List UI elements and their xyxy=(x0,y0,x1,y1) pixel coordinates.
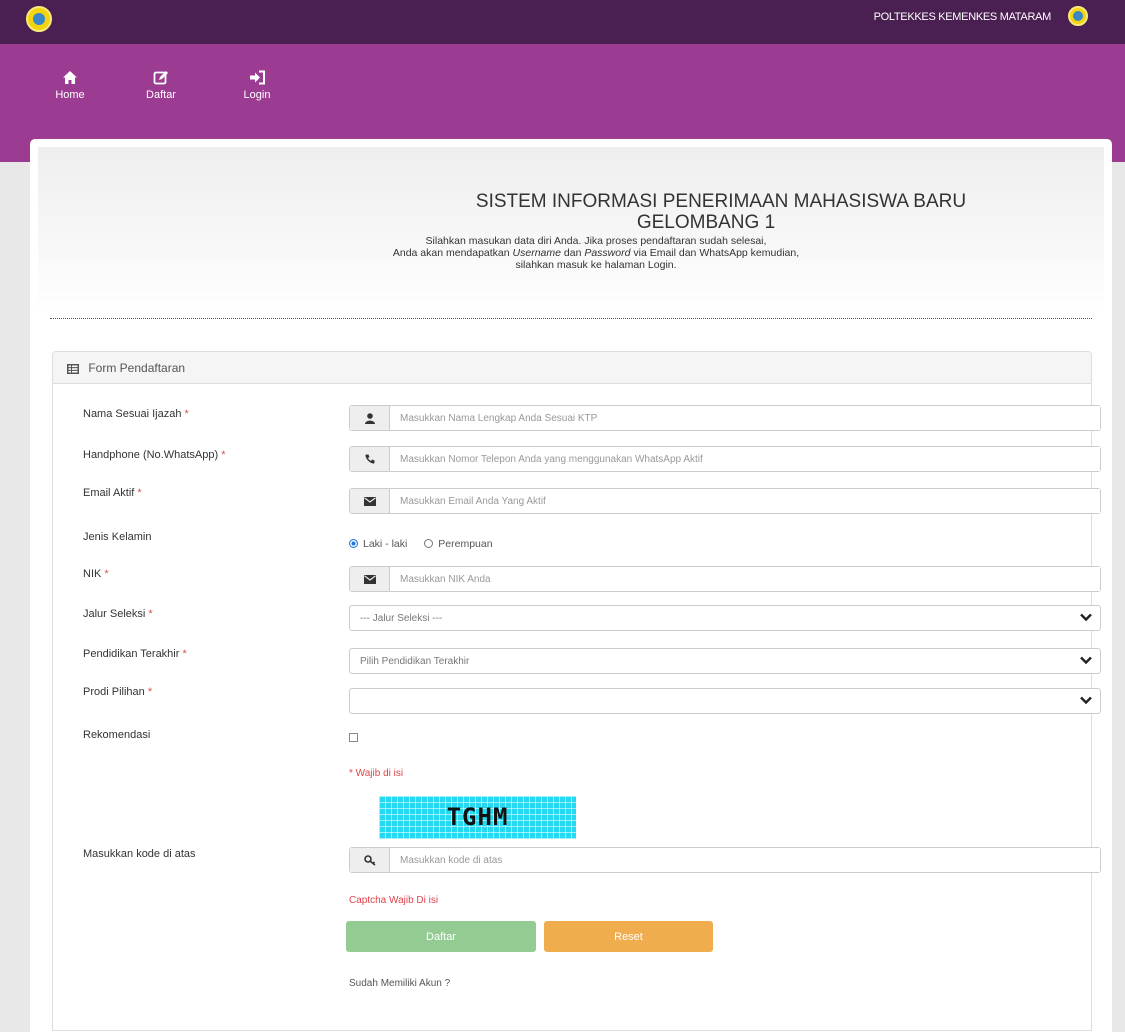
captcha-image: TGHM xyxy=(379,796,576,839)
hp-label-text: Handphone (No.WhatsApp) xyxy=(83,449,219,461)
nama-label: Nama Sesuai Ijazah * xyxy=(83,408,189,420)
nama-addon xyxy=(350,406,390,430)
email-label-text: Email Aktif xyxy=(83,487,135,499)
page-title-line1: SISTEM INFORMASI PENERIMAAN MAHASISWA BA… xyxy=(475,191,967,212)
nav-login-label: Login xyxy=(243,89,271,101)
intro-line2-post: via Email dan WhatsApp kemudian, xyxy=(630,247,800,259)
gender-radio-group: Laki - laki Perempuan xyxy=(349,538,493,550)
intro-username: Username xyxy=(512,247,561,259)
chevron-down-icon xyxy=(1080,696,1092,705)
required-mark: * xyxy=(104,568,109,580)
hp-input-group xyxy=(349,446,1101,472)
gender-label: Jenis Kelamin xyxy=(83,531,152,543)
pendidikan-select[interactable]: Pilih Pendidikan Terakhir xyxy=(349,648,1101,674)
daftar-button[interactable]: Daftar xyxy=(346,921,536,952)
nav-daftar-label: Daftar xyxy=(146,89,176,101)
list-icon xyxy=(67,364,79,374)
intro-text: Silahkan masukan data diri Anda. Jika pr… xyxy=(38,235,1104,271)
rekomendasi-checkbox[interactable] xyxy=(349,733,358,742)
required-mark: * xyxy=(147,686,153,698)
envelope-icon xyxy=(363,496,376,506)
prodi-label-text: Prodi Pilihan xyxy=(83,686,145,698)
jalur-select[interactable]: --- Jalur Seleksi --- xyxy=(349,605,1101,631)
prodi-label: Prodi Pilihan * xyxy=(83,686,152,698)
form-panel-title: Form Pendaftaran xyxy=(88,361,186,375)
nav-login[interactable]: Login xyxy=(227,70,287,101)
radio-laki[interactable] xyxy=(349,539,358,548)
required-note: * Wajib di isi xyxy=(349,768,404,779)
prodi-select[interactable] xyxy=(349,688,1101,714)
kode-addon xyxy=(350,848,390,872)
rekomendasi-label: Rekomendasi xyxy=(83,729,151,741)
intro-line2-pre: Anda akan mendapatkan xyxy=(392,247,513,259)
nav-home-label: Home xyxy=(55,89,85,101)
kode-input[interactable] xyxy=(390,848,1100,872)
sign-in-icon xyxy=(249,70,265,85)
kode-input-group xyxy=(349,847,1101,873)
institution-name: POLTEKKES KEMENKES MATARAM xyxy=(873,11,1052,23)
jalur-select-value: --- Jalur Seleksi --- xyxy=(360,613,443,624)
reset-button[interactable]: Reset xyxy=(544,921,713,952)
required-mark: * xyxy=(182,648,187,660)
chevron-down-icon xyxy=(1080,613,1092,622)
nama-input-group xyxy=(349,405,1101,431)
phone-icon xyxy=(364,454,374,464)
home-icon xyxy=(63,71,77,84)
intro-line2-mid: dan xyxy=(560,247,585,259)
edit-icon xyxy=(153,71,168,85)
pendidikan-select-value: Pilih Pendidikan Terakhir xyxy=(360,656,470,667)
nik-input-group xyxy=(349,566,1101,592)
jalur-label-text: Jalur Seleksi xyxy=(83,608,146,620)
poltekkes-logo-small xyxy=(1068,6,1088,26)
envelope-icon xyxy=(363,574,376,584)
nav-home[interactable]: Home xyxy=(40,70,100,101)
page-title-line2: GELOMBANG 1 xyxy=(636,212,776,233)
page-title: SISTEM INFORMASI PENERIMAAN MAHASISWA BA… xyxy=(38,191,1104,233)
intro-line3: silahkan masuk ke halaman Login. xyxy=(515,259,677,271)
account-question-text: Sudah Memiliki Akun ? xyxy=(349,978,451,989)
nav-daftar[interactable]: Daftar xyxy=(131,70,191,101)
kode-label: Masukkan kode di atas xyxy=(83,848,196,860)
top-bar: POLTEKKES KEMENKES MATARAM xyxy=(0,0,1125,44)
pendidikan-label-text: Pendidikan Terakhir xyxy=(83,648,180,660)
email-input[interactable] xyxy=(390,489,1100,513)
email-input-group xyxy=(349,488,1101,514)
gender-option-laki[interactable]: Laki - laki xyxy=(349,538,407,550)
captcha-text: TGHM xyxy=(446,803,509,831)
hp-addon xyxy=(350,447,390,471)
key-icon xyxy=(363,854,375,866)
nik-label: NIK * xyxy=(83,568,109,580)
form-panel-header: Form Pendaftaran xyxy=(53,352,1091,384)
poltekkes-logo xyxy=(26,6,52,32)
intro-password: Password xyxy=(584,247,631,259)
nik-addon xyxy=(350,567,390,591)
required-mark: * xyxy=(184,408,189,420)
nama-label-text: Nama Sesuai Ijazah xyxy=(83,408,182,420)
chevron-down-icon xyxy=(1080,656,1092,665)
email-addon xyxy=(350,489,390,513)
nik-label-text: NIK xyxy=(83,568,102,580)
nik-input[interactable] xyxy=(390,567,1100,591)
captcha-required-note: Captcha Wajib Di isi xyxy=(349,895,439,906)
hero-section: SISTEM INFORMASI PENERIMAAN MAHASISWA BA… xyxy=(38,147,1104,317)
required-mark: * xyxy=(221,449,226,461)
dotted-divider xyxy=(50,318,1092,319)
main-card: SISTEM INFORMASI PENERIMAAN MAHASISWA BA… xyxy=(30,139,1112,1032)
gender-option-perempuan[interactable]: Perempuan xyxy=(424,538,493,550)
radio-perempuan[interactable] xyxy=(424,539,434,548)
hp-input[interactable] xyxy=(390,447,1100,471)
nama-input[interactable] xyxy=(390,406,1100,430)
required-mark: * xyxy=(137,487,142,499)
pendidikan-label: Pendidikan Terakhir * xyxy=(83,648,187,660)
radio-perempuan-label: Perempuan xyxy=(438,538,493,550)
hp-label: Handphone (No.WhatsApp) * xyxy=(83,449,225,461)
registration-form-panel: Form Pendaftaran Nama Sesuai Ijazah * Ha… xyxy=(52,351,1101,1031)
intro-line2: Anda akan mendapatkan Username dan Passw… xyxy=(38,247,1104,259)
radio-laki-label: Laki - laki xyxy=(363,538,408,550)
email-label: Email Aktif * xyxy=(83,487,142,499)
jalur-label: Jalur Seleksi * xyxy=(83,608,153,620)
required-mark: * xyxy=(148,608,153,620)
intro-line1: Silahkan masukan data diri Anda. Jika pr… xyxy=(425,235,767,247)
user-icon xyxy=(364,412,375,424)
